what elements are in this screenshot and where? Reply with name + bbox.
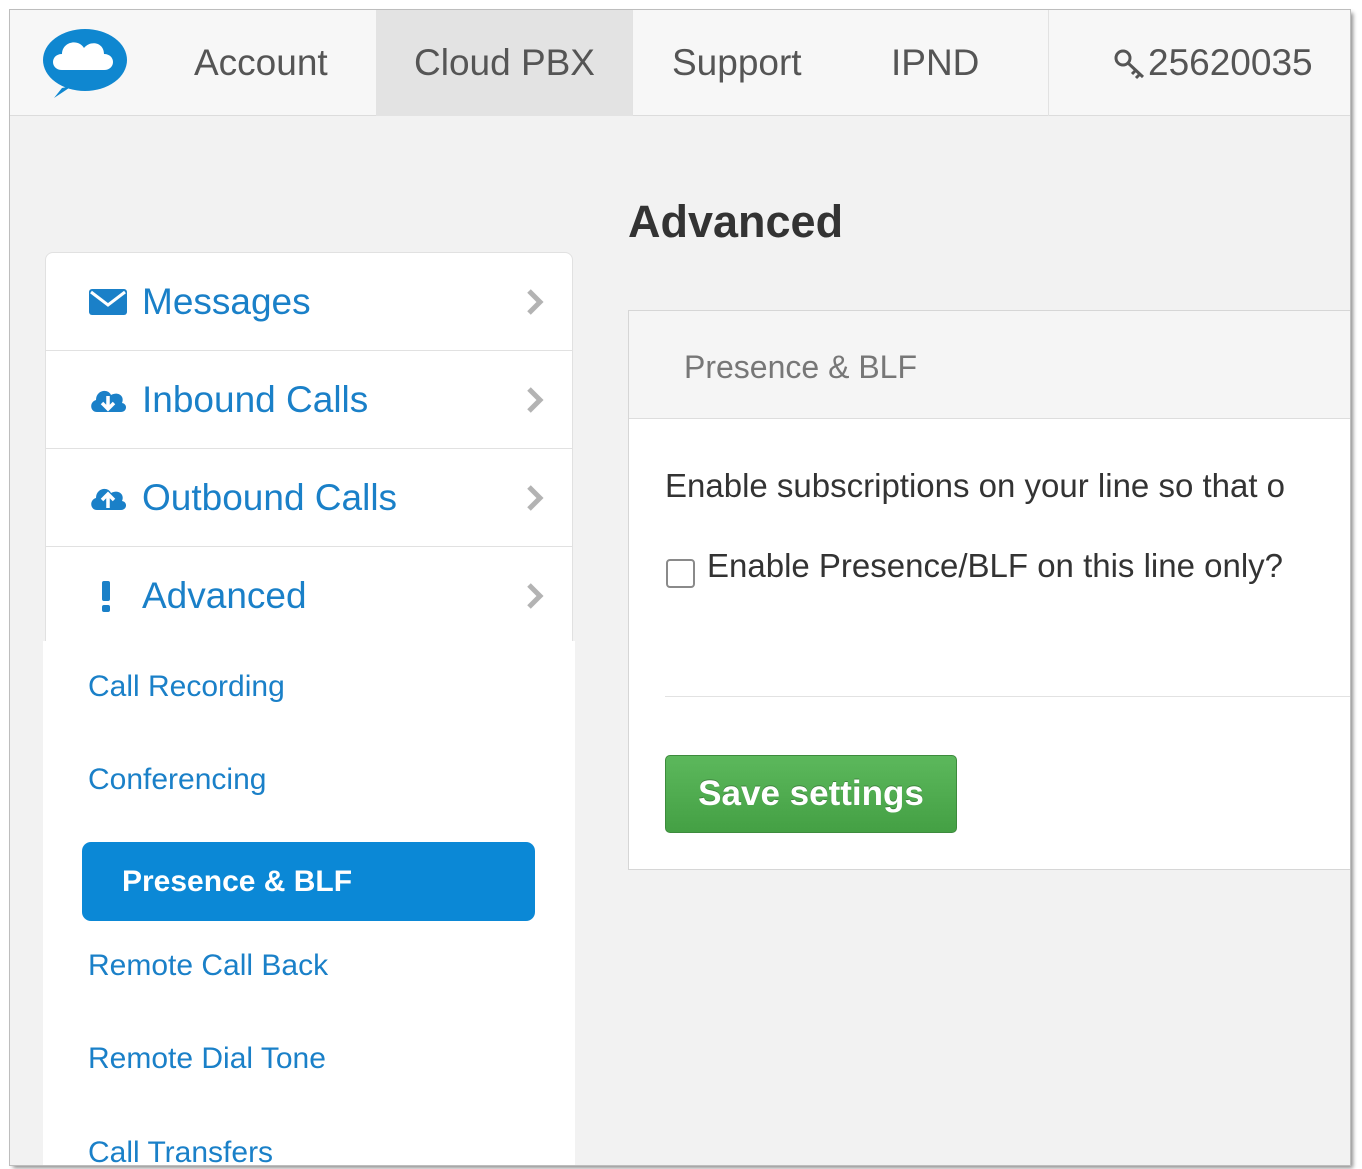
sidebar-item-label: Outbound Calls — [142, 476, 398, 518]
presence-blf-panel: Presence & BLF Enable subscriptions on y… — [628, 310, 1350, 870]
envelope-icon — [89, 288, 127, 315]
submenu-item-remote-dial-tone[interactable]: Remote Dial Tone — [88, 1042, 326, 1076]
save-settings-button[interactable]: Save settings — [665, 755, 957, 833]
form-divider — [665, 696, 1350, 697]
nav-ipnd[interactable]: IPND — [891, 10, 991, 116]
nav-separator — [1048, 10, 1049, 116]
exclamation-icon — [102, 581, 110, 612]
chevron-right-icon — [527, 583, 544, 609]
chevron-right-icon — [527, 288, 544, 315]
panel-description: Enable subscriptions on your line so tha… — [665, 467, 1286, 504]
nav-cloud-pbx[interactable]: Cloud PBX — [376, 10, 632, 116]
nav-account-number[interactable]: 25620035 — [1112, 10, 1342, 116]
account-number-text: 25620035 — [1148, 42, 1313, 83]
sidebar-item-outbound-calls[interactable]: Outbound Calls — [46, 449, 572, 547]
cloud-chat-logo-icon[interactable] — [40, 26, 130, 98]
key-icon — [1114, 49, 1145, 80]
submenu-item-call-transfers[interactable]: Call Transfers — [88, 1136, 273, 1165]
enable-presence-label[interactable]: Enable Presence/BLF on this line only? — [707, 547, 1283, 585]
submenu-item-presence-blf[interactable]: Presence & BLF — [82, 842, 535, 921]
page-title: Advanced — [628, 196, 844, 247]
nav-separator — [632, 10, 633, 116]
nav-support[interactable]: Support — [672, 10, 822, 116]
cloud-download-icon — [91, 390, 127, 412]
sidebar-item-advanced[interactable]: Advanced — [46, 547, 572, 645]
panel-header: Presence & BLF — [629, 311, 1350, 419]
submenu-item-call-recording[interactable]: Call Recording — [88, 670, 285, 704]
enable-presence-checkbox[interactable] — [666, 559, 695, 588]
top-nav: Account Cloud PBX Support IPND 25620035 — [10, 10, 1350, 116]
chevron-right-icon — [527, 484, 544, 511]
sidebar-item-label: Advanced — [142, 575, 307, 616]
submenu-item-conferencing[interactable]: Conferencing — [88, 763, 266, 797]
submenu-item-remote-call-back[interactable]: Remote Call Back — [88, 949, 328, 983]
sidebar-item-label: Messages — [142, 280, 311, 322]
sidebar-item-inbound-calls[interactable]: Inbound Calls — [46, 351, 572, 449]
cloud-upload-icon — [91, 488, 127, 510]
sidebar: Messages Inbound Calls Outbound Calls Ad… — [45, 252, 573, 652]
panel-title: Presence & BLF — [684, 349, 917, 385]
sidebar-item-messages[interactable]: Messages — [46, 253, 572, 351]
app-window: Account Cloud PBX Support IPND 25620035 — [10, 10, 1350, 1165]
chevron-right-icon — [527, 386, 544, 413]
nav-account[interactable]: Account — [194, 10, 344, 116]
sidebar-item-label: Inbound Calls — [142, 378, 369, 420]
